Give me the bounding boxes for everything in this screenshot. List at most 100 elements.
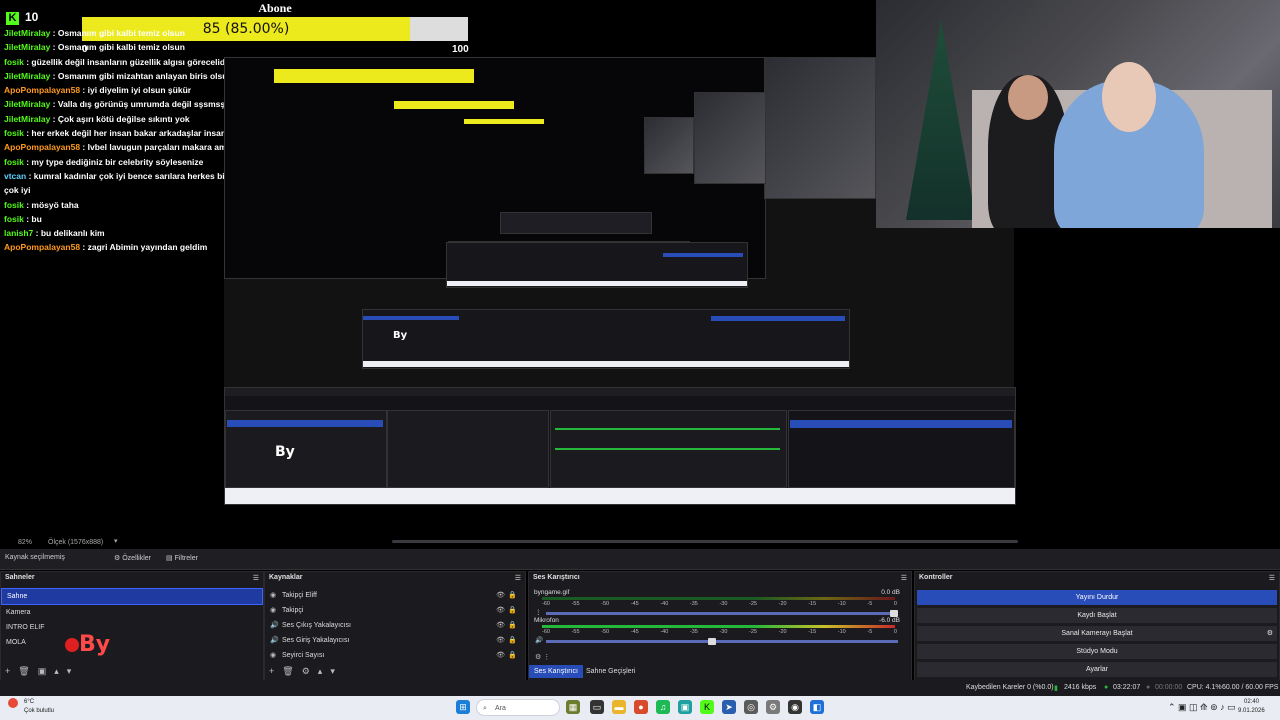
- mixer-gear-icon[interactable]: ⚙ ⋮: [535, 653, 550, 661]
- chat-username: fosik: [4, 128, 24, 139]
- windows-start-icon[interactable]: ⊞: [456, 700, 470, 714]
- spotify-icon[interactable]: ♫: [656, 700, 670, 714]
- zoom-level[interactable]: 82%: [18, 539, 32, 546]
- scale-tick: -5: [867, 629, 873, 635]
- gear-icon[interactable]: ⚙: [1267, 626, 1273, 641]
- cpu-usage: CPU: 4.1%: [1187, 684, 1222, 691]
- chat-username: vtcan: [4, 170, 27, 181]
- tray-icons[interactable]: ⌃ ▣ ◫ ⟰ ⊚ ♪ ▭: [1168, 702, 1236, 713]
- scale-label[interactable]: Ölçek (1576x888): [48, 539, 103, 546]
- up-icon[interactable]: ▴: [54, 666, 59, 676]
- chat-username: JiletMiralay: [4, 113, 51, 124]
- settings-button[interactable]: Ayarlar: [917, 662, 1277, 677]
- source-item[interactable]: ◉ Takipçi 👁 🔒: [265, 603, 525, 618]
- eye-icon[interactable]: 👁: [496, 588, 505, 603]
- mixer-dock: Ses Karıştırıcı ☰ byngame.gif 0.0 dB -60 -5…: [528, 571, 912, 682]
- chat-text: : mösyö taha: [23, 199, 79, 210]
- start-recording-button[interactable]: Kaydı Başlat: [917, 608, 1277, 623]
- dock-menu-icon[interactable]: ☰: [515, 574, 521, 582]
- kick-icon: K: [6, 12, 19, 25]
- track-name: byngame.gif: [534, 589, 570, 596]
- scenes-title: Sahneler: [5, 574, 35, 581]
- source-label: Ses Giriş Yakalayıcısı: [282, 637, 350, 644]
- lock-icon[interactable]: 🔒: [508, 648, 517, 663]
- dock-menu-icon[interactable]: ☰: [253, 574, 259, 582]
- dock-menu-icon[interactable]: ☰: [901, 574, 907, 582]
- browser-icon[interactable]: ●: [634, 700, 648, 714]
- volume-slider[interactable]: [546, 638, 898, 645]
- chat-text: : iyi diyelim iyi olsun şükür: [80, 85, 192, 96]
- taskbar-search[interactable]: ⌕ Ara: [476, 699, 560, 716]
- track-name: Mikrofon: [534, 617, 559, 624]
- lock-icon[interactable]: 🔒: [508, 633, 517, 648]
- preview-zoom-bar: 82% Ölçek (1576x888) ▾: [0, 535, 1280, 549]
- down-icon[interactable]: ▾: [67, 666, 72, 676]
- widgets-icon[interactable]: ▦: [566, 700, 580, 714]
- trash-icon[interactable]: 🗑: [18, 666, 29, 676]
- chevron-down-icon[interactable]: ▾: [114, 537, 118, 545]
- nested-goal-bar: [274, 69, 474, 83]
- preview-scrollbar[interactable]: [392, 540, 1018, 543]
- eye-icon[interactable]: 👁: [496, 648, 505, 663]
- settings-icon[interactable]: ⚙: [766, 700, 780, 714]
- browser-icon: ◉: [270, 607, 277, 614]
- chat-message: JiletMiralay : Osmanım gibi kalbi temiz …: [4, 26, 294, 40]
- add-icon[interactable]: +: [269, 666, 274, 676]
- trash-icon[interactable]: 🗑: [282, 666, 293, 676]
- scene-item[interactable]: Kamera: [1, 605, 263, 620]
- controls-title: Kontroller: [919, 574, 953, 581]
- weather-icon[interactable]: [8, 698, 18, 708]
- config-icon[interactable]: ▣: [38, 666, 47, 676]
- stop-stream-button[interactable]: Yayını Durdur: [917, 590, 1277, 605]
- eye-icon[interactable]: 👁: [496, 633, 505, 648]
- steam-icon[interactable]: ◎: [744, 700, 758, 714]
- volume-knob[interactable]: [707, 638, 716, 645]
- obs-icon[interactable]: ◉: [788, 700, 802, 714]
- source-label: Seyirci Sayısı: [282, 652, 325, 659]
- scene-item[interactable]: INTRO ELIF: [1, 620, 263, 635]
- lock-icon[interactable]: 🔒: [508, 618, 517, 633]
- nested-webcam-2: [694, 92, 766, 184]
- properties-button[interactable]: ⚙ Özellikler: [114, 554, 151, 562]
- add-icon[interactable]: +: [5, 666, 10, 676]
- browser-icon: ◉: [270, 652, 277, 659]
- volume-meter: [542, 597, 895, 600]
- source-item[interactable]: 🔊 Ses Çıkış Yakalayıcısı 👁 🔒: [265, 618, 525, 633]
- webcam-feed: [876, 0, 1280, 228]
- filters-button[interactable]: ▤ Filtreler: [166, 554, 198, 562]
- source-item[interactable]: ◉ Takipçi Eliff 👁 🔒: [265, 588, 525, 603]
- volume-slider[interactable]: [546, 610, 898, 617]
- scene-item[interactable]: MOLA: [1, 635, 263, 650]
- lock-icon[interactable]: 🔒: [508, 603, 517, 618]
- task-view-icon[interactable]: ▭: [590, 700, 604, 714]
- kick-icon[interactable]: K: [700, 700, 714, 714]
- control-buttons: Yayını Durdur Kaydı Başlat Sanal Kamerayı …: [915, 590, 1279, 677]
- telegram-icon[interactable]: ➤: [722, 700, 736, 714]
- app-icon[interactable]: ▣: [678, 700, 692, 714]
- menu-dots-icon[interactable]: ⋮: [535, 608, 542, 616]
- lock-icon[interactable]: 🔒: [508, 588, 517, 603]
- eye-icon[interactable]: 👁: [496, 603, 505, 618]
- nested-obs-4: [500, 212, 652, 234]
- dock-menu-icon[interactable]: ☰: [1269, 574, 1275, 582]
- app-icon-2[interactable]: ◧: [810, 700, 824, 714]
- source-item[interactable]: ◉ Seyirci Sayısı 👁 🔒: [265, 648, 525, 663]
- speaker-icon[interactable]: 🔊: [535, 636, 543, 644]
- start-virtual-camera-button[interactable]: Sanal Kamerayı Başlat ⚙: [917, 626, 1277, 641]
- up-icon[interactable]: ▴: [318, 666, 323, 676]
- tab-audio-mixer[interactable]: Ses Karıştırıcı: [529, 665, 583, 678]
- scene-item[interactable]: Sahne: [1, 588, 263, 605]
- file-explorer-icon[interactable]: ▬: [612, 700, 626, 714]
- source-item[interactable]: 🔊 Ses Giriş Yakalayıcısı 👁 🔒: [265, 633, 525, 648]
- source-selected-label: Kaynak seçilmemiş: [5, 554, 65, 561]
- sources-title: Kaynaklar: [269, 574, 303, 581]
- chat-text: : Osmanım gibi mizahtan anlayan biris ol…: [50, 70, 233, 81]
- chat-username: fosik: [4, 56, 24, 67]
- tab-scene-transitions[interactable]: Sahne Geçişleri: [581, 665, 640, 678]
- source-label: Takipçi: [282, 607, 304, 614]
- gear-icon[interactable]: ⚙: [302, 666, 310, 676]
- studio-mode-button[interactable]: Stüdyo Modu: [917, 644, 1277, 659]
- down-icon[interactable]: ▾: [330, 666, 335, 676]
- scale-tick: -15: [808, 629, 817, 635]
- eye-icon[interactable]: 👁: [496, 618, 505, 633]
